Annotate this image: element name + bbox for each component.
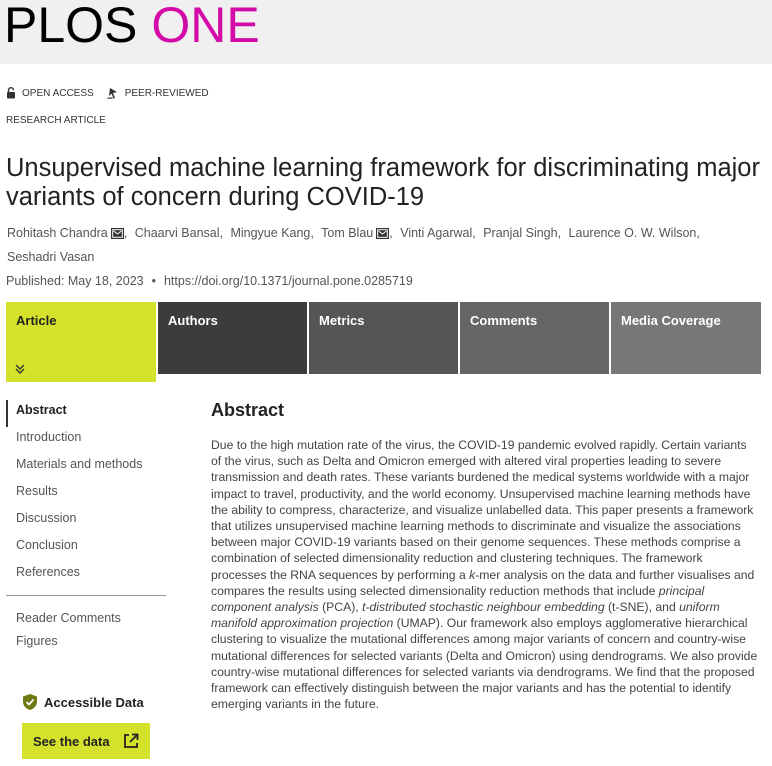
author-name[interactable]: Vinti Agarwal, [400,226,480,240]
author-name-text: Pranjal Singh [483,226,558,240]
open-access-label: OPEN ACCESS [22,87,94,99]
author-name[interactable]: Chaarvi Bansal, [135,226,227,240]
abstract-text: Due to the high mutation rate of the vir… [211,437,759,712]
nav-item-references[interactable]: References [6,562,166,589]
doi-link[interactable]: https://doi.org/10.1371/journal.pone.028… [164,274,413,288]
author-name[interactable]: Rohitash Chandra, [7,226,131,240]
email-icon[interactable] [110,224,124,246]
logo-one: ONE [151,0,260,53]
author-separator: , [389,226,393,240]
abstract-part: (PCA), [318,600,363,615]
author-name-text: Seshadri Vasan [7,250,95,264]
peer-reviewed-icon [107,88,117,99]
nav-item-reader-comments[interactable]: Reader Comments [6,608,166,631]
double-chevron-down-icon [15,364,25,374]
article-section-nav: Abstract Introduction Materials and meth… [6,400,166,654]
article-tabs: Article Authors Metrics Comments Media C… [6,302,761,382]
open-access-badge[interactable]: OPEN ACCESS [6,87,94,99]
abstract-part: (UMAP). Our framework also employs agglo… [211,616,758,712]
nav-item-materials-and-methods[interactable]: Materials and methods [6,454,166,481]
author-name[interactable]: Pranjal Singh, [483,226,565,240]
abstract-heading: Abstract [211,400,285,420]
article-type: RESEARCH ARTICLE [6,115,106,126]
accessible-data-label: Accessible Data [22,693,144,711]
nav-item-discussion[interactable]: Discussion [6,508,166,535]
nav-item-introduction[interactable]: Introduction [6,427,166,454]
nav-item-abstract[interactable]: Abstract [6,400,166,427]
author-separator: , [123,226,128,240]
tab-comments[interactable]: Comments [460,302,609,374]
accessible-data-text: Accessible Data [44,694,144,710]
author-list: Rohitash Chandra, Chaarvi Bansal, Mingyu… [7,222,737,268]
author-separator: , [472,226,476,240]
tab-article-label: Article [16,313,57,328]
tab-authors-label: Authors [168,313,218,328]
site-header: PLOS ONE [0,0,772,64]
article-badges: OPEN ACCESS PEER-REVIEWED [6,87,222,99]
author-name[interactable]: Laurence O. W. Wilson, [569,226,704,240]
email-icon[interactable] [376,224,390,246]
abstract-italic: t-distributed stochastic neighbour embed… [362,600,605,615]
author-name[interactable]: Mingyue Kang, [230,226,317,240]
author-name-text: Chaarvi Bansal [134,226,220,240]
nav-item-figures[interactable]: Figures [6,631,166,654]
published-date: Published: May 18, 2023 [6,274,144,288]
tab-article[interactable]: Article [6,302,156,382]
nav-item-results[interactable]: Results [6,481,166,508]
nav-divider [6,595,166,596]
tab-media-coverage[interactable]: Media Coverage [611,302,761,374]
peer-reviewed-badge[interactable]: PEER-REVIEWED [107,87,209,99]
author-name-text: Laurence O. W. Wilson [568,226,697,240]
author-name-text: Rohitash Chandra [7,226,108,240]
author-separator: , [696,226,700,240]
external-link-icon [124,733,139,748]
author-separator: , [310,226,314,240]
publication-info: Published: May 18, 2023 • https://doi.org/… [6,274,413,288]
plos-one-logo[interactable]: PLOS ONE [4,0,260,50]
author-name[interactable]: Seshadri Vasan [7,250,94,264]
see-the-data-button[interactable]: See the data [22,723,150,759]
unlock-icon [7,87,15,99]
logo-plos: PLOS [4,0,138,53]
abstract-part: (t-SNE), and [604,600,680,615]
tab-metrics[interactable]: Metrics [309,302,458,374]
separator-dot: • [151,274,156,288]
author-name-text: Mingyue Kang [230,226,311,240]
article-title: Unsupervised machine learning framework … [6,154,760,211]
see-the-data-label: See the data [33,733,110,749]
tab-comments-label: Comments [470,313,538,328]
author-separator: , [219,226,223,240]
author-separator: , [557,226,562,240]
tab-authors[interactable]: Authors [158,302,307,374]
nav-item-conclusion[interactable]: Conclusion [6,535,166,562]
author-name-text: Tom Blau [321,226,374,240]
shield-check-icon [23,694,37,710]
tab-media-coverage-label: Media Coverage [621,313,721,328]
author-name[interactable]: Tom Blau, [321,226,397,240]
abstract-part: Due to the high mutation rate of the vir… [211,438,754,582]
tab-metrics-label: Metrics [319,313,365,328]
peer-reviewed-label: PEER-REVIEWED [124,87,209,99]
author-name-text: Vinti Agarwal [400,226,473,240]
